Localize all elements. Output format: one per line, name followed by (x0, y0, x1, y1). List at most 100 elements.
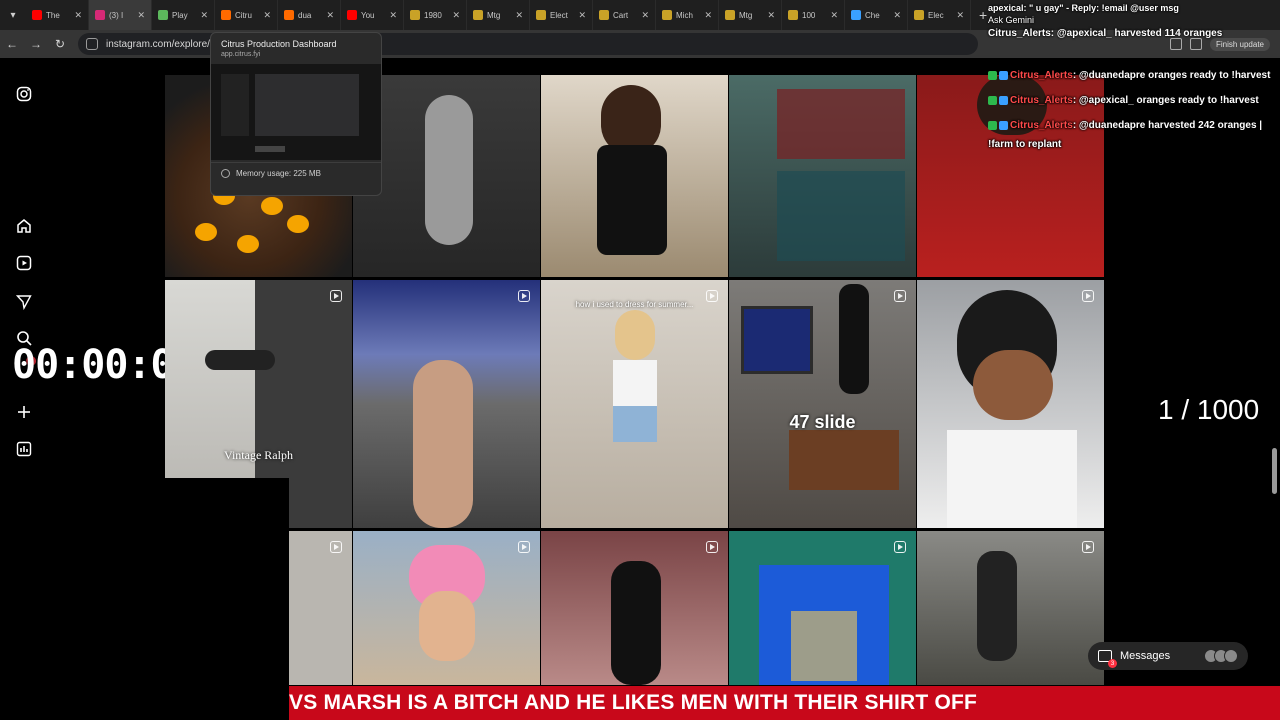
direct-messages-icon[interactable] (15, 294, 32, 311)
reel-icon (1082, 541, 1094, 553)
address-url: instagram.com/explore/ (106, 38, 210, 50)
ask-gemini-button[interactable]: Ask Gemini (988, 14, 1034, 26)
messages-icon: 3 (1098, 650, 1117, 668)
browser-tab[interactable]: Che ✕ (845, 0, 908, 30)
tab-favicon-icon (914, 10, 924, 20)
tab-title: 100 (802, 10, 816, 20)
messages-button[interactable]: 3 Messages (1088, 642, 1248, 670)
explore-tile-chair-girl[interactable] (541, 75, 728, 277)
chat-message: Citrus_Alerts: @apexical_ oranges ready … (988, 91, 1278, 110)
tab-close-icon[interactable]: ✕ (263, 10, 271, 21)
tab-title: Mtg (739, 10, 753, 20)
explore-tile-workshop[interactable] (917, 531, 1104, 685)
explore-tile-curlers[interactable] (353, 531, 540, 685)
memory-usage-text: Memory usage: 225 MB (236, 169, 321, 178)
tab-close-icon[interactable]: ✕ (389, 10, 397, 21)
home-icon[interactable] (16, 218, 32, 234)
hover-card-thumbnail (211, 64, 381, 160)
browser-tab[interactable]: (3) I ✕ (89, 0, 152, 30)
back-icon[interactable]: ← (0, 37, 24, 51)
tab-favicon-icon (410, 10, 420, 20)
tab-title: Cart (613, 10, 629, 20)
tab-favicon-icon (536, 10, 546, 20)
progress-counter: 1 / 1000 (1158, 394, 1260, 425)
browser-tab[interactable]: Mtg ✕ (719, 0, 782, 30)
chat-top-overlay: apexical: " u gay" - Reply: !email @user… (988, 0, 1280, 30)
browser-tab[interactable]: Play ✕ (152, 0, 215, 30)
tab-close-icon[interactable]: ✕ (893, 10, 901, 21)
reel-icon (518, 290, 530, 302)
tab-list: The ✕ (3) I ✕ Play ✕ Citru ✕ dua ✕ You ✕ 1980 ✕ Mtg ✕ El… (26, 0, 971, 30)
messages-avatars (1204, 649, 1238, 663)
browser-tab[interactable]: Elect ✕ (530, 0, 593, 30)
tab-title: Mtg (487, 10, 501, 20)
explore-tile-performer[interactable] (541, 531, 728, 685)
create-icon[interactable] (16, 404, 32, 420)
tab-favicon-icon (95, 10, 105, 20)
explore-tile-arena[interactable] (353, 280, 540, 528)
ticker-text: VS MARSH IS A BITCH AND HE LIKES MEN WIT… (289, 691, 978, 714)
site-info-icon[interactable] (86, 38, 98, 50)
browser-tab[interactable]: The ✕ (26, 0, 89, 30)
tab-search-icon[interactable]: ▾ (0, 0, 26, 30)
explore-tile-shelf[interactable] (729, 75, 916, 277)
reload-icon[interactable]: ↻ (48, 37, 72, 51)
tab-title: Citru (235, 10, 252, 20)
tab-close-icon[interactable]: ✕ (137, 10, 145, 21)
explore-tile-card[interactable] (729, 531, 916, 685)
browser-tab[interactable]: Mich ✕ (656, 0, 719, 30)
star-icon[interactable] (1169, 38, 1182, 50)
tab-close-icon[interactable]: ✕ (830, 10, 838, 21)
browser-tab[interactable]: Mtg ✕ (467, 0, 530, 30)
tab-title: 1980 (424, 10, 442, 20)
reel-icon (894, 541, 906, 553)
explore-tile-sunglasses[interactable] (917, 280, 1104, 528)
tab-close-icon[interactable]: ✕ (452, 10, 460, 21)
overlay-black-box (0, 478, 289, 720)
browser-tab[interactable]: You ✕ (341, 0, 404, 30)
messages-badge: 3 (1108, 659, 1117, 668)
extensions-icon[interactable] (1189, 38, 1202, 50)
browser-tab[interactable]: Elec ✕ (908, 0, 971, 30)
forward-icon[interactable]: → (24, 37, 48, 51)
browser-tab[interactable]: 100 ✕ (782, 0, 845, 30)
browser-tab[interactable]: Cart ✕ (593, 0, 656, 30)
tab-close-icon[interactable]: ✕ (578, 10, 586, 21)
tile-caption-summer: how i used to dress for summer... (575, 300, 694, 309)
explore-tile-tv[interactable]: 47 slide (729, 280, 916, 528)
toolbar-actions: Finish update (1169, 37, 1280, 51)
chat-top-line-1: apexical: " u gay" - Reply: !email @user… (988, 3, 1179, 13)
reel-icon (330, 541, 342, 553)
tab-favicon-icon (788, 10, 798, 20)
chat-message: Citrus_Alerts: @duanedapre oranges ready… (988, 66, 1278, 85)
tab-favicon-icon (347, 10, 357, 20)
browser-tab[interactable]: Citru ✕ (215, 0, 278, 30)
finish-update-button[interactable]: Finish update (1209, 37, 1270, 51)
tab-close-icon[interactable]: ✕ (956, 10, 964, 21)
tab-close-icon[interactable]: ✕ (767, 10, 775, 21)
ticker-banner: VS MARSH IS A BITCH AND HE LIKES MEN WIT… (289, 686, 1280, 720)
tab-title: You (361, 10, 375, 20)
explore-tile-summer[interactable]: how i used to dress for summer... (541, 280, 728, 528)
tab-title: dua (298, 10, 312, 20)
tab-favicon-icon (851, 10, 861, 20)
tab-close-icon[interactable]: ✕ (704, 10, 712, 21)
dashboard-icon[interactable] (16, 441, 32, 457)
tab-title: Play (172, 10, 188, 20)
browser-tab[interactable]: dua ✕ (278, 0, 341, 30)
tab-favicon-icon (725, 10, 735, 20)
instagram-sidebar: 3 (0, 58, 48, 478)
tab-close-icon[interactable]: ✕ (515, 10, 523, 21)
tab-favicon-icon (221, 10, 231, 20)
tab-close-icon[interactable]: ✕ (326, 10, 334, 21)
page-scrollbar[interactable] (1272, 448, 1277, 494)
reels-icon[interactable] (16, 255, 32, 271)
tab-close-icon[interactable]: ✕ (74, 10, 82, 21)
tab-close-icon[interactable]: ✕ (641, 10, 649, 21)
hover-card-url: app.citrus.fyi (221, 51, 261, 58)
browser-tab[interactable]: 1980 ✕ (404, 0, 467, 30)
tile-caption-vintage: Vintage Ralph (224, 448, 293, 462)
hover-card-memory: Memory usage: 225 MB (211, 162, 381, 184)
instagram-logo-icon[interactable] (16, 86, 32, 102)
tab-close-icon[interactable]: ✕ (200, 10, 208, 21)
